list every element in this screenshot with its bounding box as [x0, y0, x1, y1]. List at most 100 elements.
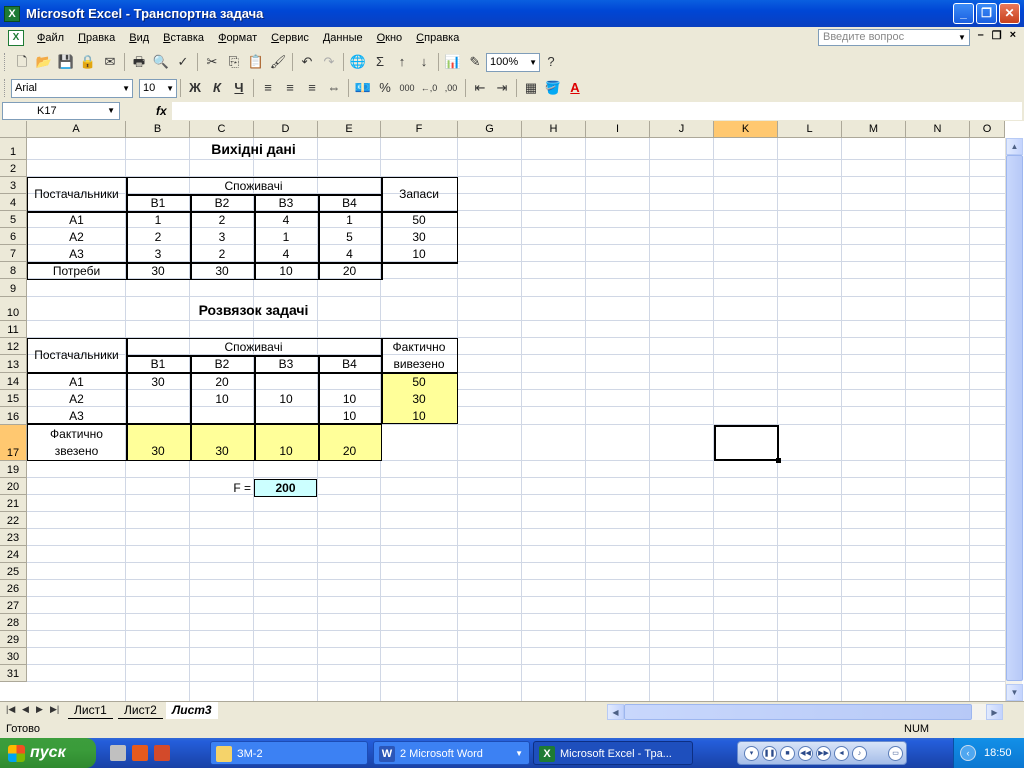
- active-cell-selection[interactable]: [714, 425, 781, 463]
- menu-format[interactable]: Формат: [211, 32, 264, 44]
- row-header[interactable]: 28: [0, 614, 27, 631]
- sort-descending-icon[interactable]: ↓: [413, 51, 435, 73]
- taskbar-item-excel[interactable]: X Microsoft Excel - Тра...: [533, 741, 693, 765]
- drawing-icon[interactable]: ✎: [464, 51, 486, 73]
- sheet-tab-2[interactable]: Лист2: [118, 702, 163, 719]
- row-header[interactable]: 30: [0, 648, 27, 665]
- horizontal-scrollbar[interactable]: ◀ ▶: [607, 704, 1003, 720]
- help-dropdown-icon[interactable]: ▼: [958, 29, 966, 46]
- column-header[interactable]: J: [650, 121, 714, 138]
- row-header[interactable]: 31: [0, 665, 27, 682]
- toolbar-grip[interactable]: [4, 53, 7, 71]
- row-header[interactable]: 2: [0, 160, 27, 177]
- row-header[interactable]: 22: [0, 512, 27, 529]
- thousands-separator-button[interactable]: 000: [396, 77, 418, 99]
- save-icon[interactable]: 💾: [55, 51, 77, 73]
- currency-icon[interactable]: 💶: [352, 77, 374, 99]
- row-header[interactable]: 19: [0, 461, 27, 478]
- align-left-icon[interactable]: ≡: [257, 77, 279, 99]
- scroll-down-icon[interactable]: ▼: [1006, 684, 1023, 701]
- row-header[interactable]: 6: [0, 228, 27, 245]
- percent-button[interactable]: %: [374, 77, 396, 99]
- increase-indent-icon[interactable]: ⇥: [491, 77, 513, 99]
- column-header[interactable]: B: [126, 121, 190, 138]
- row-header[interactable]: 5: [0, 211, 27, 228]
- format-painter-icon[interactable]: 🖌: [267, 51, 289, 73]
- insert-function-icon[interactable]: fx: [156, 104, 167, 118]
- last-sheet-icon[interactable]: ▶|: [50, 704, 59, 715]
- column-header[interactable]: H: [522, 121, 586, 138]
- email-icon[interactable]: ✉: [99, 51, 121, 73]
- row-header[interactable]: 1: [0, 138, 27, 160]
- row-header[interactable]: 27: [0, 597, 27, 614]
- mute-icon[interactable]: ♪: [852, 746, 867, 761]
- column-header[interactable]: N: [906, 121, 970, 138]
- copy-icon[interactable]: ⎘: [223, 51, 245, 73]
- hyperlink-icon[interactable]: 🌐: [347, 51, 369, 73]
- row-header[interactable]: 4: [0, 194, 27, 211]
- restore-player-icon[interactable]: ▭: [888, 746, 903, 761]
- column-header[interactable]: K: [714, 121, 778, 138]
- help-icon[interactable]: ?: [540, 51, 562, 73]
- increase-decimal-button[interactable]: ←,0: [418, 77, 440, 99]
- menu-data[interactable]: Данные: [316, 32, 370, 44]
- row-header[interactable]: 13: [0, 355, 27, 373]
- column-header[interactable]: I: [586, 121, 650, 138]
- objective-label[interactable]: F =: [190, 479, 254, 496]
- menu-tools[interactable]: Сервис: [264, 32, 316, 44]
- next-icon[interactable]: ▶▶: [816, 746, 831, 761]
- horizontal-scroll-thumb[interactable]: [624, 704, 972, 720]
- start-button[interactable]: пуск: [0, 738, 96, 768]
- stop-icon[interactable]: ■: [780, 746, 795, 761]
- row-header[interactable]: 29: [0, 631, 27, 648]
- menu-window[interactable]: Окно: [370, 32, 410, 44]
- previous-icon[interactable]: ◀◀: [798, 746, 813, 761]
- column-header[interactable]: C: [190, 121, 254, 138]
- vertical-scrollbar[interactable]: ▲ ▼: [1005, 138, 1023, 701]
- column-header[interactable]: F: [381, 121, 458, 138]
- redo-icon[interactable]: ↷: [318, 51, 340, 73]
- merge-center-icon[interactable]: ⇔: [323, 77, 345, 99]
- workbook-minimize-button[interactable]: –: [978, 29, 984, 42]
- row-header[interactable]: 20: [0, 478, 27, 495]
- taskbar-item-folder[interactable]: ЗМ-2: [210, 741, 368, 765]
- pause-icon[interactable]: ❚❚: [762, 746, 777, 761]
- font-name-select[interactable]: Arial ▼: [11, 78, 133, 98]
- row-header[interactable]: 26: [0, 580, 27, 597]
- name-box[interactable]: K17 ▼: [2, 102, 120, 120]
- row-header[interactable]: 23: [0, 529, 27, 546]
- autosum-icon[interactable]: Σ: [369, 51, 391, 73]
- vertical-scroll-thumb[interactable]: [1006, 155, 1023, 681]
- chart-wizard-icon[interactable]: 📊: [442, 51, 464, 73]
- quicklaunch-tools-icon[interactable]: [110, 745, 126, 761]
- align-right-icon[interactable]: ≡: [301, 77, 323, 99]
- zoom-select[interactable]: 100% ▼: [486, 52, 540, 72]
- open-icon[interactable]: 📂: [33, 51, 55, 73]
- volume-icon[interactable]: ◄: [834, 746, 849, 761]
- permission-icon[interactable]: 🔒: [77, 51, 99, 73]
- show-hidden-icons-icon[interactable]: ‹: [960, 745, 976, 761]
- new-icon[interactable]: 🗋: [11, 51, 33, 73]
- row-header[interactable]: 12: [0, 338, 27, 355]
- menu-view[interactable]: Вид: [122, 32, 156, 44]
- workbook-icon[interactable]: X: [8, 29, 24, 46]
- taskbar-item-word[interactable]: W 2 Microsoft Word ▼: [373, 741, 530, 765]
- column-header[interactable]: M: [842, 121, 906, 138]
- row-header[interactable]: 15: [0, 390, 27, 407]
- objective-value[interactable]: 200: [254, 479, 317, 497]
- fill-color-icon[interactable]: 🪣: [542, 77, 564, 99]
- row-header[interactable]: 24: [0, 546, 27, 563]
- column-header[interactable]: D: [254, 121, 318, 138]
- scroll-right-icon[interactable]: ▶: [986, 704, 1003, 720]
- font-color-button[interactable]: A: [564, 77, 586, 99]
- close-button[interactable]: ✕: [999, 3, 1020, 24]
- menu-file[interactable]: Файл: [30, 32, 71, 44]
- print-preview-icon[interactable]: 🔍: [150, 51, 172, 73]
- sheet-tab-1[interactable]: Лист1: [68, 702, 113, 719]
- formula-input[interactable]: [172, 102, 1022, 120]
- column-header[interactable]: O: [970, 121, 1005, 138]
- quicklaunch-opera-icon[interactable]: [132, 745, 148, 761]
- restore-button[interactable]: ❐: [976, 3, 997, 24]
- minimize-button[interactable]: _: [953, 3, 974, 24]
- first-sheet-icon[interactable]: |◀: [6, 704, 15, 715]
